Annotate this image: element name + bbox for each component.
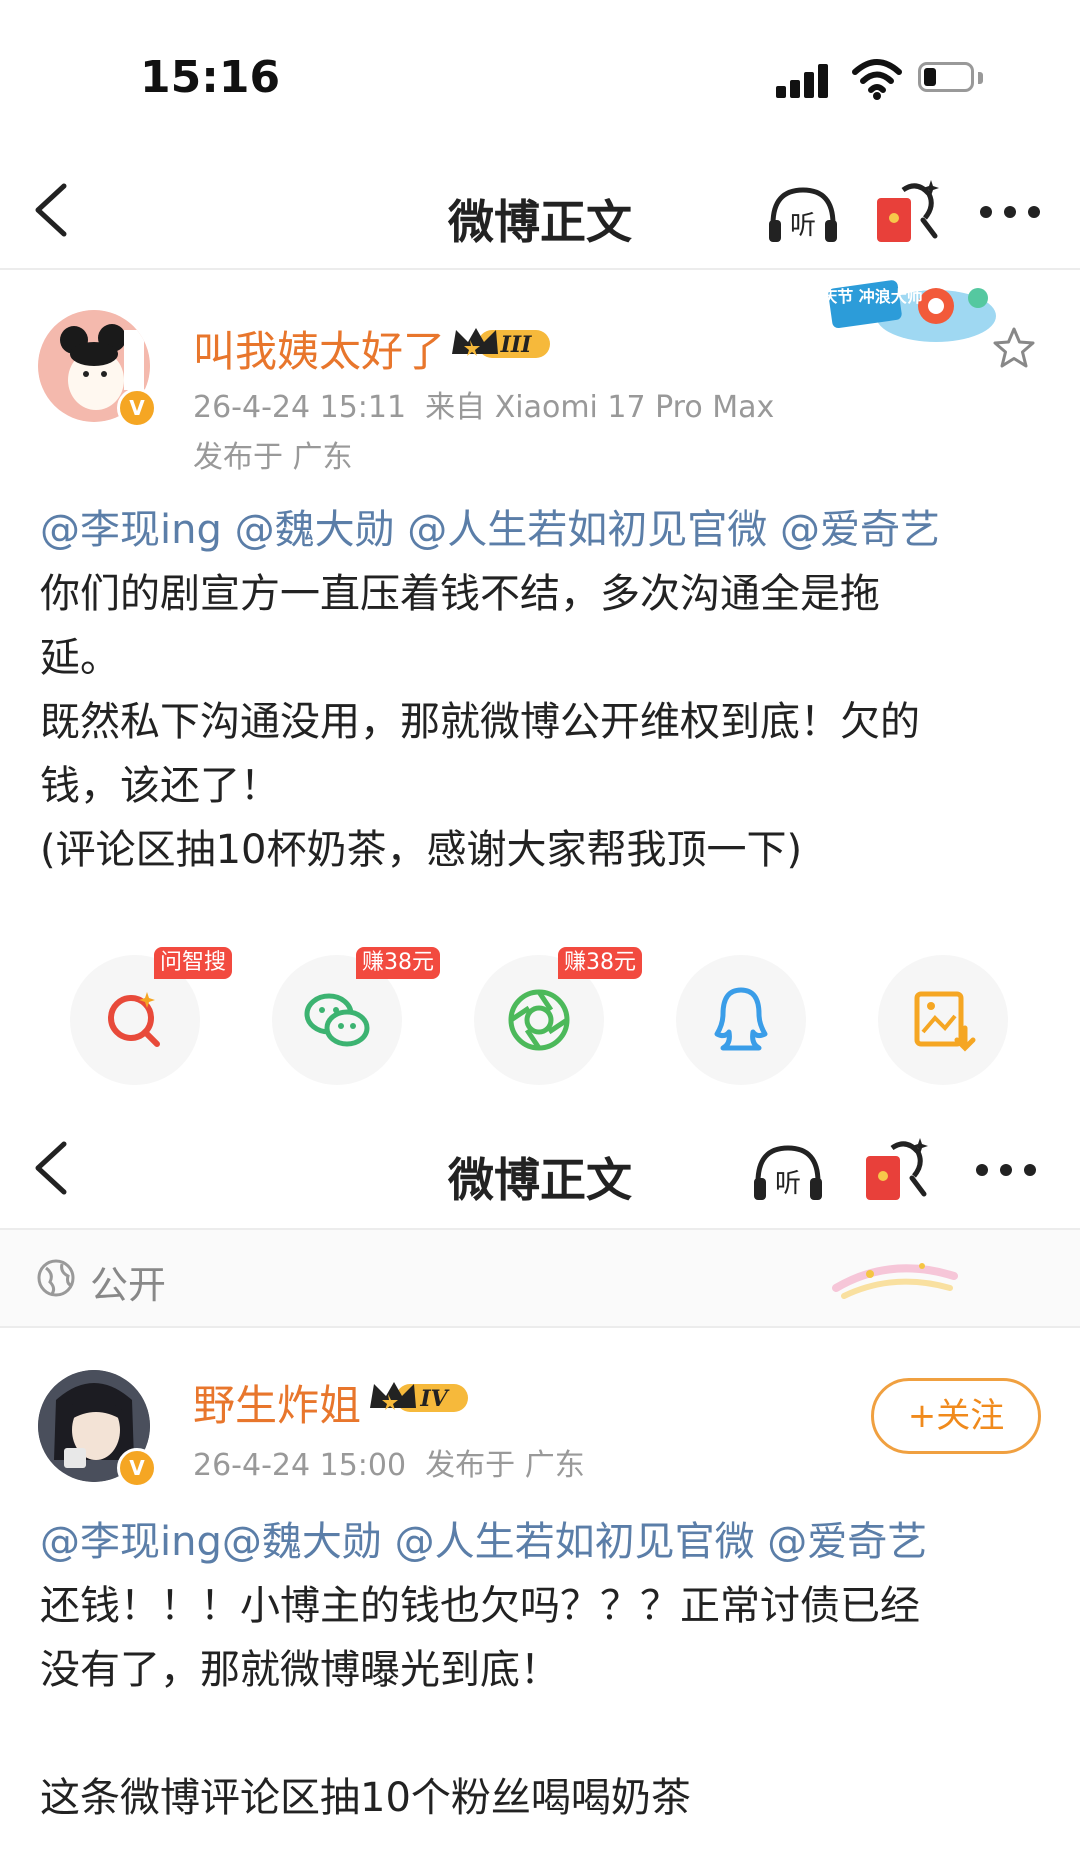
nav-divider: [0, 268, 1080, 270]
body-line: 这条微博评论区抽10个粉丝喝喝奶茶: [40, 1775, 691, 1821]
wechat-icon: [304, 993, 370, 1047]
more-icon[interactable]: [976, 1164, 1038, 1180]
campaign-badge[interactable]: 国庆节 冲浪大师: [805, 276, 1006, 356]
decoration-sticker: [832, 1263, 958, 1299]
body-line: 你们的剧宣方一直压着钱不结，多次沟通全是拖: [40, 571, 880, 617]
post-timestamp: 26-4-24 15:00: [193, 1448, 407, 1483]
listen-icon[interactable]: 听: [750, 1142, 826, 1202]
post-meta: 26-4-24 15:00 发布于 广东: [193, 1440, 585, 1484]
mentions[interactable]: @李现ing@魏大勋 @人生若如初见官微 @爱奇艺: [40, 1510, 1050, 1574]
share-wechat-button[interactable]: 赚38元: [272, 947, 440, 1085]
svg-text:听: 听: [790, 211, 816, 241]
wifi-icon: [852, 59, 902, 100]
smart-search-icon: [108, 992, 160, 1047]
svg-text:国庆节 冲浪大师: 国庆节 冲浪大师: [826, 287, 923, 306]
battery-icon: [918, 62, 986, 96]
verified-badge-icon: V: [117, 388, 157, 428]
red-packet-search-icon[interactable]: [873, 176, 939, 246]
more-icon[interactable]: [980, 206, 1042, 222]
visibility-label: 公开: [90, 1263, 167, 1307]
post-location: 发布于 广东: [425, 1448, 585, 1483]
author-name[interactable]: 野生炸姐: [193, 1372, 361, 1433]
signal-icon: [776, 62, 838, 98]
share-tag: 问智搜: [154, 947, 233, 979]
moments-icon: [508, 989, 570, 1051]
level-crown-icon[interactable]: IV: [368, 1378, 472, 1418]
visibility-bar: 公开: [0, 1230, 1080, 1326]
body-line: 既然私下沟通没用，那就微博公开维权到底！欠的: [40, 699, 920, 745]
post-meta: 26-4-24 15:11 来自 Xiaomi 17 Pro Max: [193, 382, 774, 426]
nav-bar-secondary: 微博正文 听: [0, 1108, 1080, 1228]
globe-icon: [37, 1259, 75, 1297]
section-divider: [0, 1326, 1080, 1328]
svg-text:IV: IV: [419, 1386, 449, 1412]
body-line: 钱，该还了！: [40, 763, 280, 809]
nav-bar: 微博正文 听: [0, 150, 1080, 270]
share-save-image-button[interactable]: [878, 955, 1008, 1085]
follow-button[interactable]: +关注: [871, 1378, 1041, 1454]
svg-text:III: III: [500, 332, 533, 358]
post-source: 来自 Xiaomi 17 Pro Max: [425, 390, 775, 425]
screen: 15:16 微博正文 听 V 叫我姨太好了 III 26-4-24 15:11 …: [0, 0, 1080, 1866]
share-row: 问智搜 赚38元 赚38元: [0, 947, 1080, 1105]
status-bar: 15:16: [0, 0, 1080, 150]
author-name[interactable]: 叫我姨太好了: [193, 318, 445, 379]
post-body: @李现ing@魏大勋 @人生若如初见官微 @爱奇艺 还钱！！！小博主的钱也欠吗？…: [40, 1510, 1050, 1830]
body-line: 没有了，那就微博曝光到底！: [40, 1647, 560, 1693]
star-favorite-icon[interactable]: [992, 326, 1036, 370]
listen-icon[interactable]: 听: [765, 184, 841, 244]
share-qq-button[interactable]: [676, 955, 806, 1085]
post-location: 发布于 广东: [193, 440, 353, 475]
verified-badge-icon: V: [117, 1448, 157, 1488]
body-line: 还钱！！！小博主的钱也欠吗？？？正常讨债已经: [40, 1583, 920, 1629]
red-packet-search-icon[interactable]: [862, 1134, 928, 1204]
post-timestamp: 26-4-24 15:11: [193, 390, 407, 425]
share-moments-button[interactable]: 赚38元: [474, 947, 642, 1085]
share-tag: 赚38元: [356, 947, 440, 979]
mentions[interactable]: @李现ing @魏大勋 @人生若如初见官微 @爱奇艺: [40, 498, 1050, 562]
save-image-icon: [914, 991, 976, 1052]
level-crown-icon[interactable]: III: [450, 324, 554, 364]
body-line: 延。: [40, 635, 120, 681]
status-time: 15:16: [140, 52, 281, 103]
post-body: @李现ing @魏大勋 @人生若如初见官微 @爱奇艺 你们的剧宣方一直压着钱不结…: [40, 498, 1050, 882]
share-tag: 赚38元: [558, 947, 642, 979]
svg-text:听: 听: [775, 1169, 801, 1199]
body-line: [40, 1702, 1050, 1766]
share-search-button[interactable]: 问智搜: [70, 947, 233, 1085]
body-line: (评论区抽10杯奶茶，感谢大家帮我顶一下): [40, 827, 803, 873]
qq-icon: [714, 987, 768, 1051]
